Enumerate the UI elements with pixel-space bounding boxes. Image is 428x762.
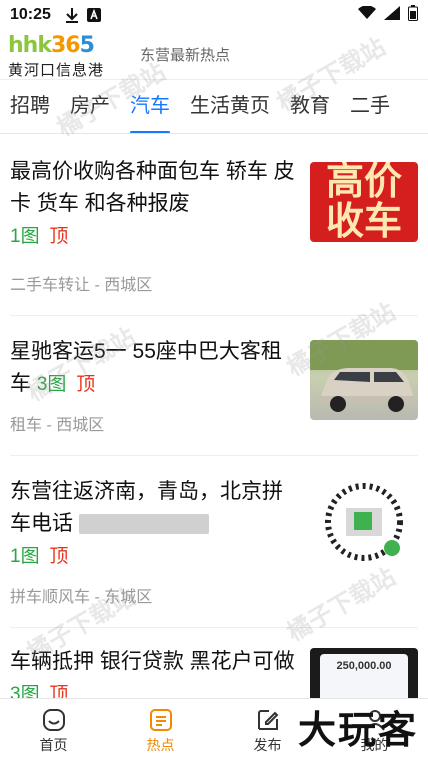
signal-icon (384, 5, 400, 25)
item-title-text: 车辆抵押 银行贷款 黑花户可做 (10, 650, 295, 673)
tab-secondhand[interactable]: 二手 (350, 80, 390, 133)
thumbnail-text: 250,000.00 (336, 660, 392, 672)
hot-icon (149, 708, 172, 731)
download-icon (65, 7, 79, 23)
list-item[interactable]: 东营往返济南，青岛，北京拼车电话 1图 顶 拼车顺风车 - 东城区 (10, 456, 418, 628)
mini-program-qr-icon (325, 483, 403, 561)
site-header: hhk365 黄河口信息港 东营最新热点 (0, 30, 428, 80)
logo-text: 黄河口信息港 (8, 61, 105, 79)
pinned-badge: 顶 (49, 546, 69, 567)
nav-publish-label: 发布 (253, 736, 282, 753)
tab-education[interactable]: 教育 (290, 80, 330, 133)
tab-yellow-pages[interactable]: 生活黄页 (190, 80, 270, 133)
nav-home[interactable]: 首页 (0, 699, 107, 762)
status-time: 10:25 (10, 6, 51, 23)
thumbnail-text: 高价 (325, 162, 402, 203)
category-tabs: 招聘 房产 汽车 生活黄页 教育 二手 (0, 80, 428, 134)
blurred-phone-number (78, 514, 209, 535)
item-meta: 拼车顺风车 - 东城区 (10, 589, 153, 606)
pinned-badge: 顶 (49, 226, 69, 247)
edit-icon (257, 709, 278, 730)
tab-cars[interactable]: 汽车 (130, 80, 170, 133)
item-meta: 二手车转让 - 西城区 (10, 277, 153, 294)
wifi-icon (358, 4, 376, 25)
nav-home-label: 首页 (39, 736, 68, 753)
home-icon (42, 708, 65, 731)
item-title: 东营往返济南，青岛，北京拼车电话 1图 顶 (10, 476, 298, 573)
site-logo[interactable]: hhk365 黄河口信息港 (8, 32, 128, 79)
picture-count: 1图 (10, 546, 40, 567)
header-slogan: 东营最新热点 (140, 47, 231, 64)
app-notification-icon (86, 8, 101, 22)
tab-jobs[interactable]: 招聘 (10, 80, 50, 133)
listing-feed: 最高价收购各种面包车 轿车 皮卡 货车 和各种报废 1图 顶 二手车转让 - 西… (0, 134, 428, 728)
nav-hot[interactable]: 热点 (107, 699, 214, 762)
list-item[interactable]: 最高价收购各种面包车 轿车 皮卡 货车 和各种报废 1图 顶 二手车转让 - 西… (10, 134, 418, 316)
nav-hot-label: 热点 (146, 736, 175, 753)
picture-count: 1图 (10, 226, 40, 247)
corner-watermark: 大玩客 (297, 710, 418, 752)
logo-mark: hhk365 (8, 32, 95, 58)
item-thumbnail: 高价 收车 (310, 162, 418, 242)
thumbnail-text: 收车 (325, 201, 402, 242)
item-title: 星驰客运5一 55座中巴大客租车 3图 顶 (10, 336, 298, 401)
list-item[interactable]: 星驰客运5一 55座中巴大客租车 3图 顶 租车 - 西城区 (10, 316, 418, 456)
item-title-text: 最高价收购各种面包车 轿车 皮卡 货车 和各种报废 (10, 160, 295, 215)
battery-icon (408, 4, 418, 26)
item-thumbnail (310, 340, 418, 420)
item-meta: 租车 - 西城区 (10, 417, 105, 434)
item-title: 最高价收购各种面包车 轿车 皮卡 货车 和各种报废 1图 顶 (10, 156, 298, 253)
pinned-badge: 顶 (76, 374, 96, 395)
picture-count: 3图 (36, 374, 67, 395)
item-thumbnail (310, 482, 418, 562)
tab-realestate[interactable]: 房产 (70, 80, 110, 133)
status-bar: 10:25 (0, 0, 428, 30)
